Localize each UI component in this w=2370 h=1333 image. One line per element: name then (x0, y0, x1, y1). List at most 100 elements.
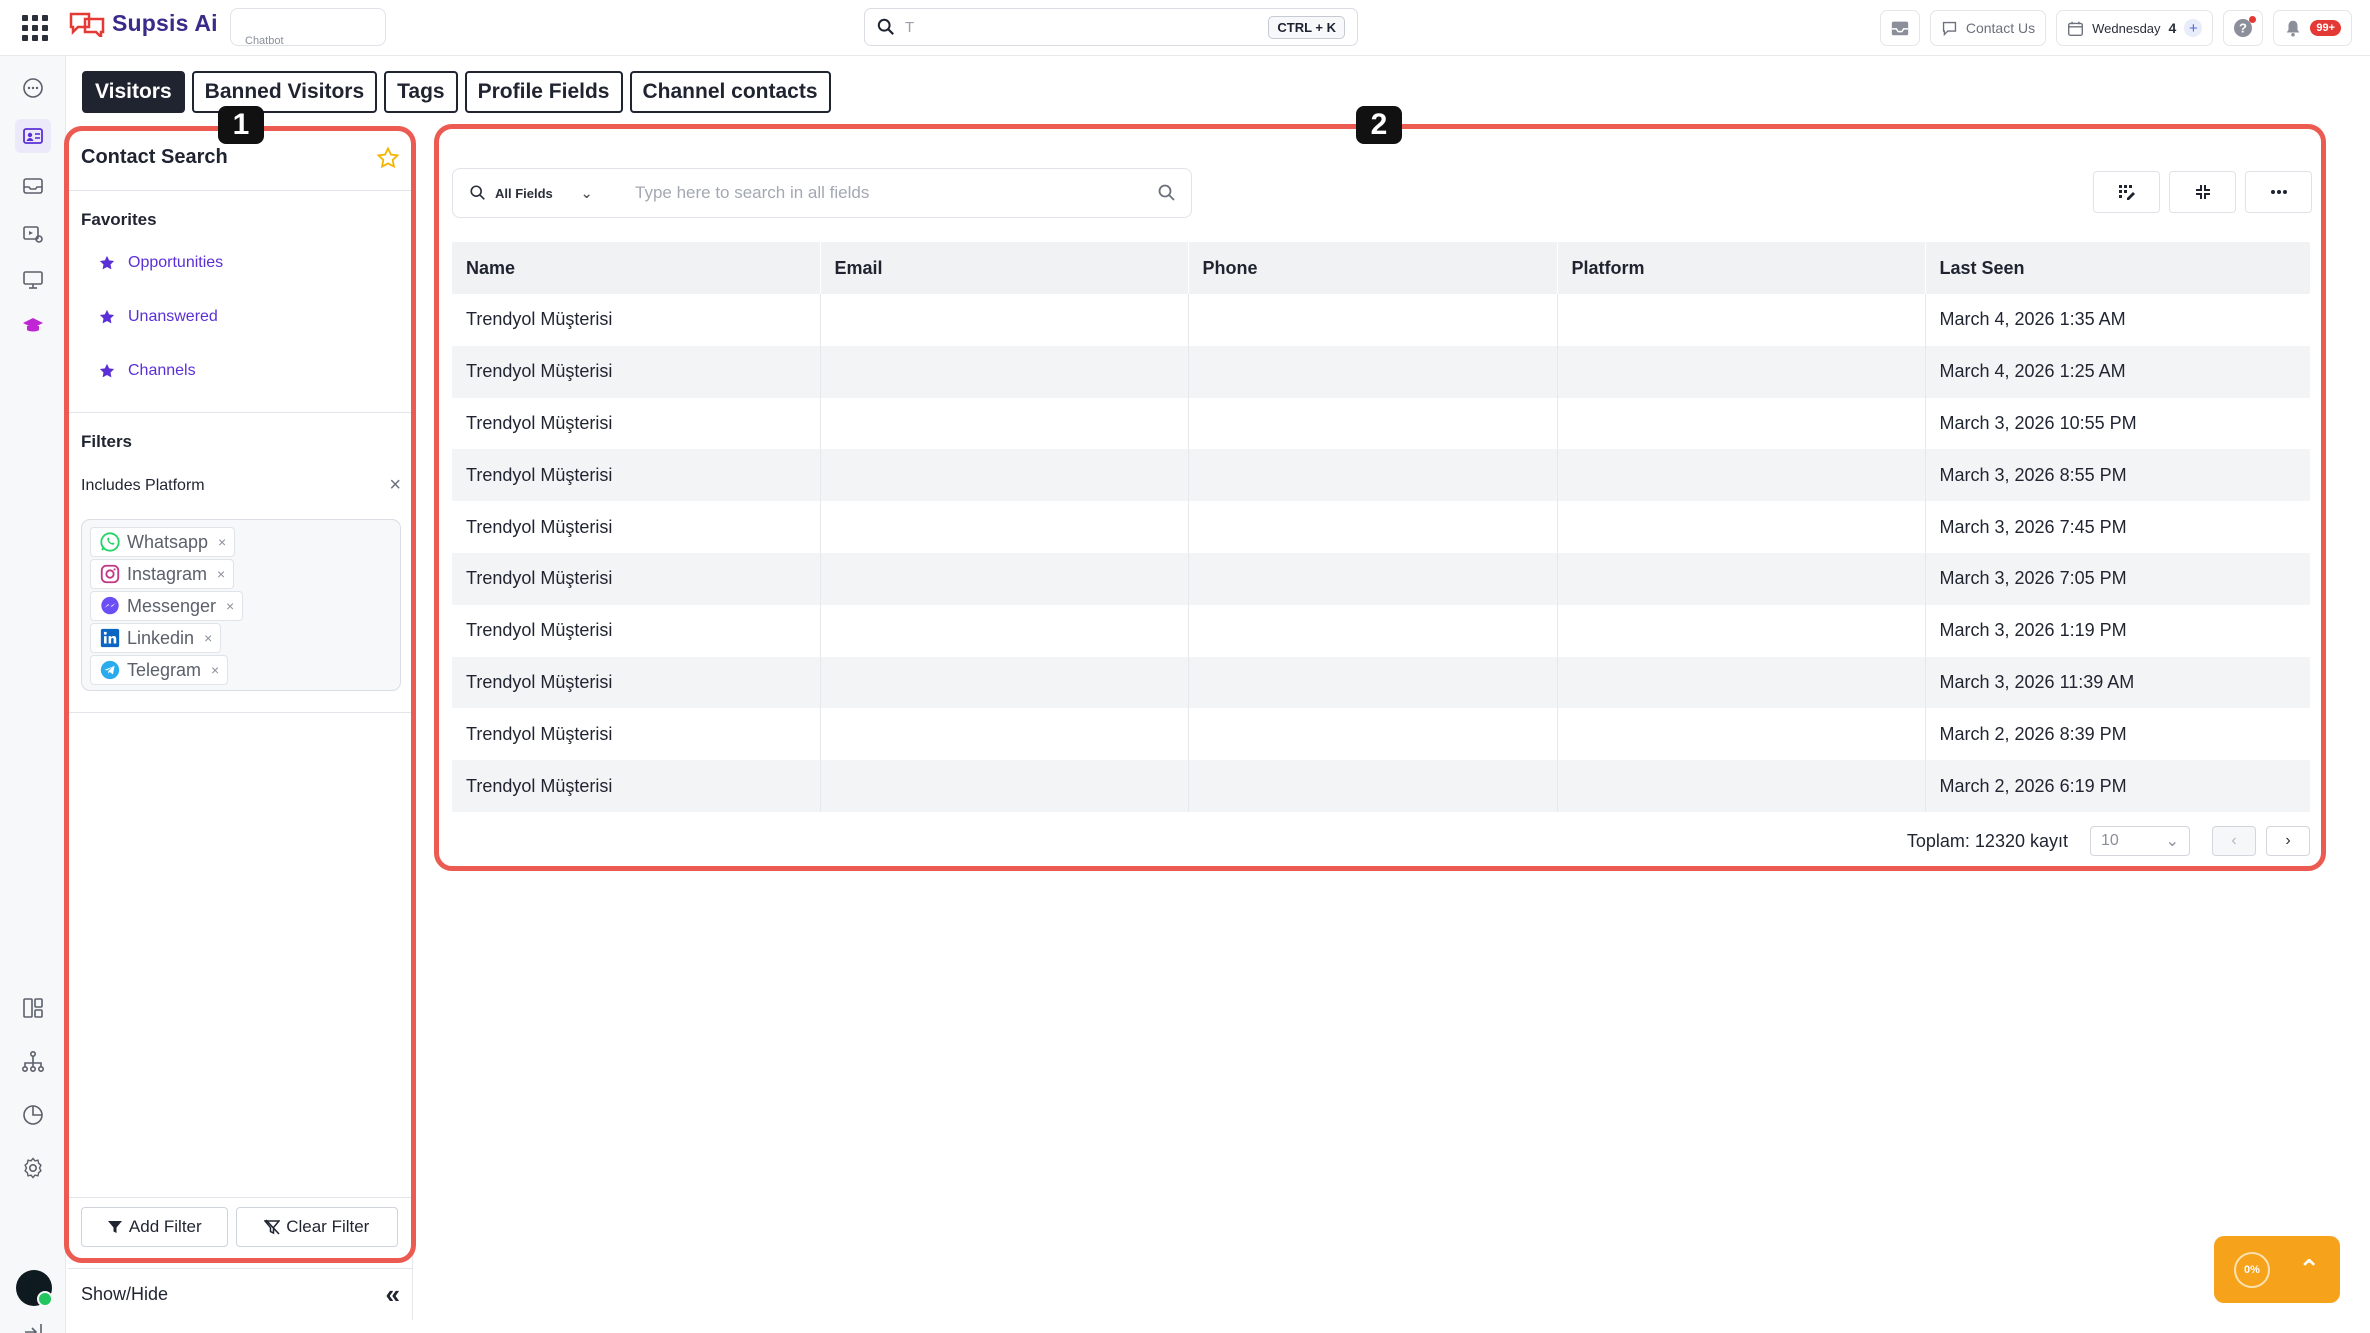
settings-icon[interactable] (19, 1154, 47, 1182)
cell-name: Trendyol Müşterisi (452, 449, 821, 502)
add-event-icon[interactable]: + (2184, 19, 2203, 37)
progress-ring: 0% (2234, 1251, 2270, 1288)
left-rail (0, 56, 66, 1333)
column-settings-button[interactable] (2093, 171, 2160, 213)
academy-icon[interactable] (19, 312, 47, 340)
favorite-label: Channels (128, 362, 196, 379)
table-row[interactable]: Trendyol Müşterisi March 3, 2026 8:55 PM (452, 449, 2310, 502)
compact-view-button[interactable] (2169, 171, 2236, 213)
layout-icon[interactable] (19, 994, 47, 1022)
user-avatar[interactable] (16, 1270, 53, 1307)
remove-tag-icon[interactable]: × (211, 662, 219, 678)
platform-label: Instagram (127, 563, 208, 584)
org-chart-icon[interactable] (19, 1048, 47, 1076)
column-header-email[interactable]: Email (820, 242, 1189, 294)
cell-platform (1557, 501, 1926, 553)
cell-phone (1188, 345, 1558, 398)
telegram-icon (100, 660, 120, 680)
tab-tags[interactable]: Tags (384, 71, 458, 113)
cell-name: Trendyol Müşterisi (452, 760, 821, 812)
remove-tag-icon[interactable]: × (226, 598, 234, 614)
remove-tag-icon[interactable]: × (204, 630, 212, 646)
monitor-icon[interactable] (19, 266, 47, 294)
conversations-icon[interactable] (19, 74, 47, 102)
platform-label: Telegram (127, 659, 202, 680)
favorite-opportunities[interactable]: Opportunities (98, 254, 223, 272)
favorite-channels[interactable]: Channels (98, 362, 196, 380)
top-bar: Supsis Ai Chatbot T CTRL + K Contact Us … (0, 0, 2370, 56)
cell-email (820, 760, 1189, 812)
inbox-button[interactable] (1879, 10, 1920, 46)
table-row[interactable]: Trendyol Müşterisi March 3, 2026 11:39 AM (452, 656, 2310, 709)
filter-icon (107, 1220, 122, 1233)
favorites-heading: Favorites (81, 210, 157, 229)
cell-last-seen: March 2, 2026 8:39 PM (1939, 723, 2127, 744)
chatbot-selector[interactable]: Chatbot (230, 8, 386, 47)
table-row[interactable]: Trendyol Müşterisi March 3, 2026 10:55 PM (452, 397, 2310, 450)
divider (68, 412, 411, 413)
column-header-last-seen[interactable]: Last Seen (1925, 242, 2310, 294)
table-search: All Fields ⌄ Type here to search in all … (452, 168, 1192, 218)
prev-page-button[interactable]: ‹ (2212, 826, 2256, 856)
calendar-day: Wednesday (2092, 20, 2161, 36)
remove-tag-icon[interactable]: × (218, 534, 226, 550)
table-row[interactable]: Trendyol Müşterisi March 3, 2026 1:19 PM (452, 604, 2310, 657)
logout-icon[interactable] (19, 1318, 47, 1333)
archive-icon[interactable] (19, 172, 47, 200)
remove-tag-icon[interactable]: × (217, 566, 225, 582)
table-search-input[interactable]: Type here to search in all fields (623, 183, 1157, 203)
table-row[interactable]: Trendyol Müşterisi March 3, 2026 7:05 PM (452, 552, 2310, 605)
search-icon[interactable] (1157, 183, 1177, 203)
cell-platform (1557, 552, 1926, 605)
clear-filter-button[interactable]: Clear Filter (235, 1206, 398, 1247)
cell-name: Trendyol Müşterisi (452, 345, 821, 398)
app-grid-icon[interactable] (22, 15, 48, 41)
cell-last-seen: March 3, 2026 7:45 PM (1939, 516, 2127, 537)
cell-phone (1188, 397, 1558, 450)
column-header-phone[interactable]: Phone (1188, 242, 1558, 294)
page-size-select[interactable]: 10 ⌄ (2090, 826, 2190, 856)
help-button[interactable]: ? (2223, 10, 2264, 46)
show-hide-toggle[interactable]: Show/Hide « (68, 1268, 413, 1320)
favorite-unanswered[interactable]: Unanswered (98, 308, 218, 326)
table-row[interactable]: Trendyol Müşterisi March 4, 2026 1:25 AM (452, 345, 2310, 398)
onboarding-progress-button[interactable]: 0% ⌃ (2214, 1236, 2340, 1303)
tab-visitors[interactable]: Visitors (82, 71, 185, 113)
contacts-icon[interactable] (15, 119, 51, 153)
column-header-platform[interactable]: Platform (1557, 242, 1926, 294)
star-icon[interactable] (376, 146, 400, 170)
collapse-chevrons-icon[interactable]: « (386, 1279, 400, 1310)
global-search-input[interactable]: T CTRL + K (864, 8, 1358, 46)
table-row[interactable]: Trendyol Müşterisi March 2, 2026 8:39 PM (452, 708, 2310, 761)
messenger-icon (101, 596, 119, 615)
chevron-down-icon: ⌄ (580, 184, 593, 201)
tab-profile-fields[interactable]: Profile Fields (464, 71, 623, 113)
cell-platform (1557, 604, 1926, 657)
table-header-row: Name Email Phone Platform Last Seen (452, 242, 2310, 294)
platform-tag-telegram: Telegram × (90, 655, 229, 685)
next-page-button[interactable]: › (2266, 826, 2310, 856)
table-row[interactable]: Trendyol Müşterisi March 2, 2026 6:19 PM (452, 760, 2310, 812)
cell-phone (1188, 501, 1558, 553)
cell-platform (1557, 760, 1926, 812)
cell-name: Trendyol Müşterisi (452, 397, 821, 450)
app-logo[interactable]: Supsis Ai (68, 10, 218, 40)
cell-email (820, 449, 1189, 502)
column-header-name[interactable]: Name (452, 242, 821, 294)
tab-channel-contacts[interactable]: Channel contacts (629, 71, 831, 113)
calendar-button[interactable]: Wednesday 4 + (2056, 10, 2214, 46)
reports-icon[interactable] (19, 1101, 47, 1129)
media-settings-icon[interactable] (19, 220, 47, 248)
contact-us-button[interactable]: Contact Us (1929, 10, 2047, 46)
more-options-button[interactable] (2245, 171, 2312, 213)
remove-filter-icon[interactable]: × (389, 474, 401, 497)
add-filter-button[interactable]: Add Filter (81, 1206, 228, 1247)
table-row[interactable]: Trendyol Müşterisi March 3, 2026 7:45 PM (452, 501, 2310, 553)
notifications-button[interactable]: 99+ (2273, 10, 2352, 46)
platform-tags[interactable]: Whatsapp × Instagram × Messenger × Linke… (81, 519, 401, 691)
table-row[interactable]: Trendyol Müşterisi March 4, 2026 1:35 AM (452, 294, 2310, 346)
search-scope-select[interactable]: All Fields ⌄ (453, 169, 623, 217)
cell-phone (1188, 294, 1558, 346)
tab-banned-visitors[interactable]: Banned Visitors (191, 71, 378, 113)
cell-platform (1557, 708, 1926, 761)
